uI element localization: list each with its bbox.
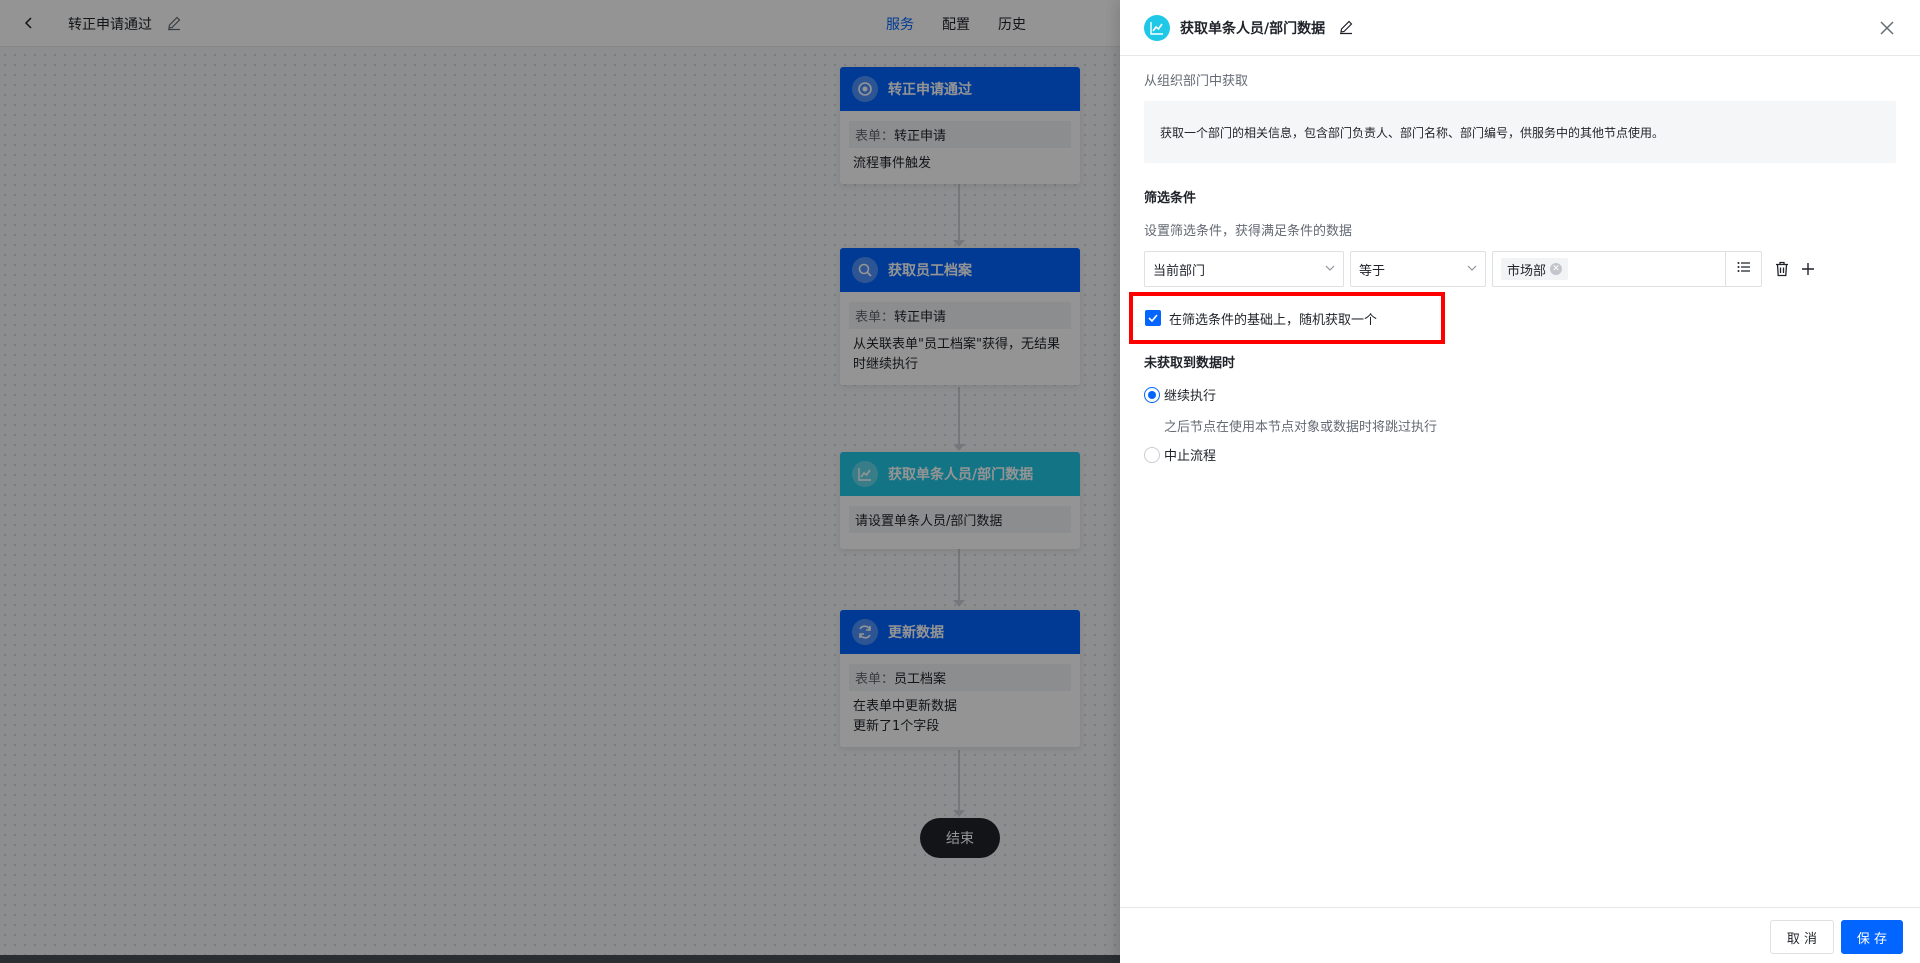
radio-button[interactable] [1144,446,1160,463]
random-pick-label: 在筛选条件的基础上，随机获取一个 [1169,312,1378,328]
drawer-content: 从组织部门中获取 获取一个部门的相关信息，包含部门负责人、部门名称、部门编号，供… [1144,56,1896,287]
chart-line-icon [1144,15,1170,41]
flow-canvas[interactable]: 转正申请通过 服务 配置 历史 转正申请通过 表单：转正申请 流程事件触发 获取… [0,0,1120,963]
node-config-drawer: 获取单条人员/部门数据 从组织部门中获取 获取一个部门的相关信息，包含部门负责人… [1120,0,1920,963]
chip-remove-icon[interactable]: ✕ [1550,263,1563,275]
filter-value-input[interactable]: 市场部 ✕ [1492,251,1726,287]
edit-pencil-icon[interactable] [1338,19,1354,35]
filter-section-title: 筛选条件 [1144,191,1197,206]
horizontal-scrollbar[interactable] [0,955,1120,963]
trash-icon[interactable] [1772,259,1792,279]
close-icon[interactable] [1877,18,1897,38]
filter-operator-select[interactable]: 等于 [1350,251,1486,287]
chevron-down-icon [1467,262,1477,277]
random-pick-checkbox[interactable] [1145,310,1161,326]
empty-data-title: 未获取到数据时 [1144,356,1236,371]
list-select-button[interactable] [1726,251,1762,287]
plus-icon[interactable] [1798,259,1818,279]
description-text: 获取一个部门的相关信息，包含部门负责人、部门名称、部门编号，供服务中的其他节点使… [1160,125,1665,140]
description-box: 获取一个部门的相关信息，包含部门负责人、部门名称、部门编号，供服务中的其他节点使… [1144,101,1896,163]
data-source-label: 从组织部门中获取 [1144,74,1249,89]
filter-row: 当前部门 等于 市场部 ✕ [1144,251,1896,287]
drawer-title: 获取单条人员/部门数据 [1180,21,1326,37]
continue-note: 之后节点在使用本节点对象或数据时将跳过执行 [1164,420,1438,435]
value-chip: 市场部 ✕ [1501,258,1569,280]
modal-overlay[interactable] [0,0,1120,963]
filter-field-select[interactable]: 当前部门 [1144,251,1344,287]
chevron-down-icon [1325,262,1335,277]
random-option-highlight: 在筛选条件的基础上，随机获取一个 [1129,292,1445,344]
filter-hint: 设置筛选条件，获得满足条件的数据 [1144,224,1353,239]
save-button[interactable]: 保 存 [1841,920,1903,954]
list-icon [1737,261,1751,277]
drawer-header: 获取单条人员/部门数据 [1120,0,1920,56]
radio-button[interactable] [1144,386,1160,403]
radio-abort[interactable]: 中止流程 [1144,445,1216,464]
drawer-footer: 取 消 保 存 [1120,907,1920,963]
cancel-button[interactable]: 取 消 [1770,920,1834,954]
radio-continue[interactable]: 继续执行 [1144,385,1216,404]
